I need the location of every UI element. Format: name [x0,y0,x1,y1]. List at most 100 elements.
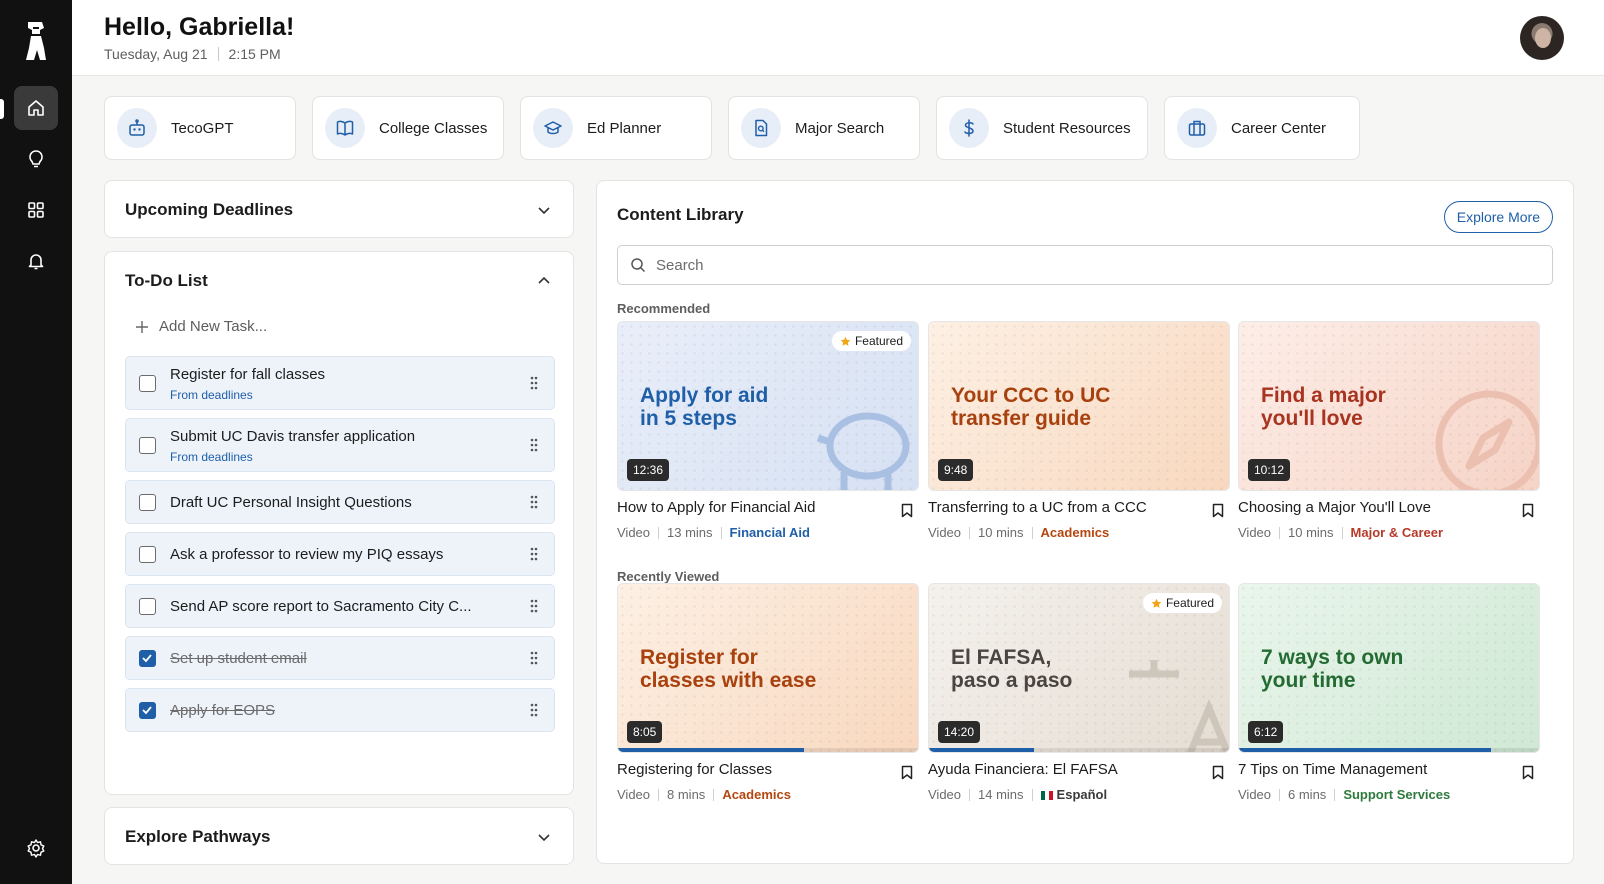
bell-icon [28,254,44,270]
video-thumbnail[interactable]: El FAFSA, paso a paso Featured 14:20 [928,583,1230,753]
task-item[interactable]: Submit UC Davis transfer application Fro… [125,418,555,472]
add-task-input[interactable]: Add New Task... [135,318,267,335]
content-meta: Video 8 mins Academics [617,787,791,802]
content-category[interactable]: Support Services [1343,787,1450,802]
drag-handle-icon[interactable] [530,651,538,665]
content-title[interactable]: Registering for Classes [617,761,772,778]
bookmark-icon[interactable] [1522,503,1534,518]
task-checkbox[interactable] [139,598,156,615]
content-meta: Video 14 mins Español [928,787,1107,802]
content-card[interactable]: El FAFSA, paso a paso Featured 14:20 Ayuda … [928,583,1230,815]
current-time: 2:15 PM [228,46,281,62]
content-title[interactable]: Choosing a Major You'll Love [1238,499,1431,516]
content-title[interactable]: 7 Tips on Time Management [1238,761,1427,778]
content-length: 8 mins [667,787,706,802]
search-input[interactable] [656,256,1516,274]
bookmark-icon[interactable] [1212,765,1224,780]
chevron-down-icon[interactable] [537,203,551,217]
content-card[interactable]: Find a major you'll love 10:12 Choosing a … [1238,321,1540,553]
task-item[interactable]: Ask a professor to review my PIQ essays [125,532,555,576]
video-thumbnail[interactable]: Apply for aid in 5 steps Featured 12:36 [617,321,919,491]
deadlines-title: Upcoming Deadlines [125,200,294,219]
category-label: Financial Aid [729,525,810,540]
task-label: Ask a professor to review my PIQ essays [170,546,444,563]
nav-settings[interactable] [14,826,58,870]
content-type: Video [928,525,962,540]
task-checkbox[interactable] [139,702,156,719]
bookmark-icon[interactable] [1212,503,1224,518]
nav-ideas[interactable] [14,137,58,181]
divider [217,47,219,61]
content-card[interactable]: 7 ways to own your time 6:12 7 Tips on Tim… [1238,583,1540,815]
current-date: Tuesday, Aug 21 [104,46,208,62]
video-thumbnail[interactable]: 7 ways to own your time 6:12 [1238,583,1540,753]
book-icon [808,646,919,753]
heart-hands-icon [1429,646,1540,753]
task-checkbox[interactable] [139,375,156,392]
thumbnail-headline: El FAFSA, paso a paso [951,646,1073,692]
library-search[interactable] [617,245,1553,285]
content-meta: Video 10 mins Academics [928,525,1109,540]
content-category[interactable]: Major & Career [1351,525,1443,540]
drag-handle-icon[interactable] [530,547,538,561]
chevron-up-icon[interactable] [537,274,551,288]
task-item[interactable]: Draft UC Personal Insight Questions [125,480,555,524]
content-card[interactable]: Register for classes with ease 8:05 Regist… [617,583,919,815]
drag-handle-icon[interactable] [530,599,538,613]
content-category[interactable]: Academics [1041,525,1110,540]
drag-handle-icon[interactable] [530,703,538,717]
greeting-title: Hello, Gabriella! [104,13,295,41]
bookmark-icon[interactable] [901,503,913,518]
quick-link-career-center[interactable]: Career Center [1164,96,1360,160]
video-thumbnail[interactable]: Your CCC to UC transfer guide 9:48 [928,321,1230,491]
nav-home[interactable] [14,86,58,130]
content-meta: Video 6 mins Support Services [1238,787,1450,802]
drag-handle-icon[interactable] [530,438,538,452]
task-item[interactable]: Apply for EOPS [125,688,555,732]
active-indicator [0,99,4,119]
content-card[interactable]: Your CCC to UC transfer guide 9:48 Transfe… [928,321,1230,553]
bookmark-icon[interactable] [1522,765,1534,780]
plus-icon [136,320,148,333]
watch-progress [929,748,1229,752]
explore-more-button[interactable]: Explore More [1443,201,1553,233]
star-icon [1151,598,1162,608]
quick-link-tecogpt[interactable]: TecoGPT [104,96,296,160]
task-checkbox[interactable] [139,494,156,511]
app-logo-icon[interactable] [22,18,50,62]
chevron-down-icon[interactable] [537,830,551,844]
task-label: Draft UC Personal Insight Questions [170,494,412,511]
drag-handle-icon[interactable] [530,495,538,509]
content-category[interactable]: Español [1040,787,1107,802]
task-checkbox[interactable] [139,437,156,454]
video-thumbnail[interactable]: Register for classes with ease 8:05 [617,583,919,753]
quick-link-student-resources[interactable]: Student Resources [936,96,1148,160]
progress-fill [1239,748,1491,752]
nav-notifications[interactable] [14,239,58,283]
task-source: From deadlines [170,388,253,402]
task-item[interactable]: Set up student email [125,636,555,680]
task-item[interactable]: Register for fall classes From deadlines [125,356,555,410]
duration-badge: 14:20 [938,721,981,743]
quick-link-major-search[interactable]: Major Search [728,96,920,160]
content-title[interactable]: How to Apply for Financial Aid [617,499,815,516]
nav-apps[interactable] [14,188,58,232]
quick-link-ed-planner[interactable]: Ed Planner [520,96,712,160]
task-checkbox[interactable] [139,546,156,563]
quick-link-college-classes[interactable]: College Classes [312,96,504,160]
bookmark-icon[interactable] [901,765,913,780]
pathways-title: Explore Pathways [125,827,271,846]
content-card[interactable]: Apply for aid in 5 steps Featured 12:36 How… [617,321,919,553]
content-title[interactable]: Ayuda Financiera: El FAFSA [928,761,1118,778]
content-category[interactable]: Academics [722,787,791,802]
content-title[interactable]: Transferring to a UC from a CCC [928,499,1147,516]
book-open-icon [325,108,365,148]
pathways-panel[interactable]: Explore Pathways [104,807,574,865]
drag-handle-icon[interactable] [530,376,538,390]
task-checkbox[interactable] [139,650,156,667]
deadlines-panel[interactable]: Upcoming Deadlines [104,180,574,238]
content-category[interactable]: Financial Aid [730,525,810,540]
video-thumbnail[interactable]: Find a major you'll love 10:12 [1238,321,1540,491]
user-avatar[interactable] [1520,16,1564,60]
task-item[interactable]: Send AP score report to Sacramento City … [125,584,555,628]
